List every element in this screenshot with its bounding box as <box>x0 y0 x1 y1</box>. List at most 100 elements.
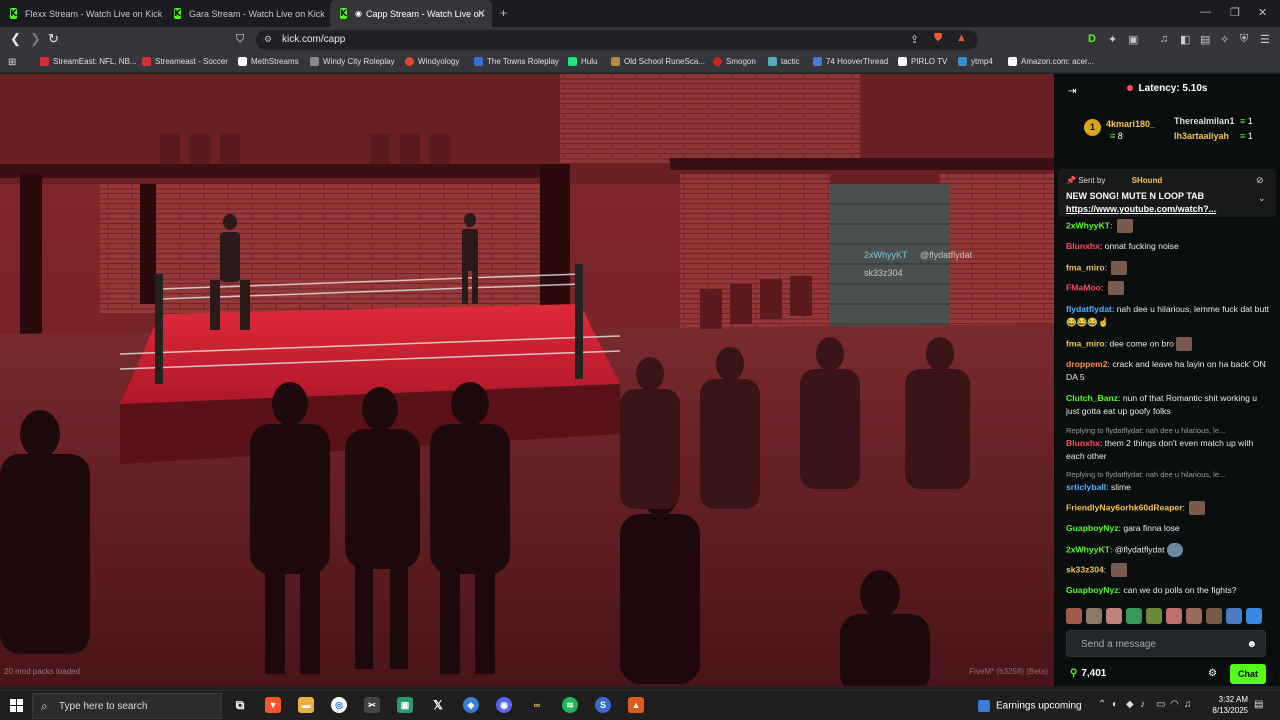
emote-icon[interactable] <box>1206 608 1222 624</box>
bookmark-windy-city-roleplay[interactable]: Windy City Roleplay <box>310 57 395 66</box>
chat-username[interactable]: FMaMoo <box>1066 282 1101 292</box>
chat-username[interactable]: sk33z304 <box>1066 564 1104 574</box>
pinned-message[interactable]: 📌 Sent by SHound ⊘ NEW SONG! MUTE N LOOP… <box>1058 169 1276 217</box>
file-explorer-icon[interactable]: ▬ <box>298 697 314 713</box>
sidebar-icon[interactable]: ◧ <box>1180 33 1190 46</box>
bookmark-amazon[interactable]: Amazon.com: acer... <box>1008 57 1094 66</box>
chat-username[interactable]: Clutch_Banz <box>1066 393 1118 403</box>
leaderboard-user[interactable]: 4kmari180_ <box>1106 119 1155 129</box>
microphone-icon[interactable]: ♪ <box>1140 699 1145 710</box>
reply-context[interactable]: Replying to flydatflydat: nah dee u hila… <box>1066 426 1225 435</box>
bookmark-streameast-nfl[interactable]: StreamEast: NFL, NB... <box>40 57 137 66</box>
extension-d-icon[interactable]: D <box>1088 33 1096 45</box>
emote-icon[interactable] <box>1106 608 1122 624</box>
screenshot-icon[interactable]: ▣ <box>1128 33 1138 46</box>
discord-icon[interactable]: ◉ <box>496 697 512 713</box>
chat-username[interactable]: 2xWhyyKT <box>1066 220 1110 230</box>
app-icon[interactable]: ▲ <box>628 697 644 713</box>
bookmark-the-towns-roleplay[interactable]: The Towns Roleplay <box>474 57 559 66</box>
reload-icon[interactable]: ↻ <box>48 32 59 46</box>
close-tab-icon[interactable]: ✕ <box>477 7 486 20</box>
brave-rewards-icon[interactable]: ▲ <box>956 32 967 44</box>
minimize-icon[interactable]: — <box>1200 6 1211 18</box>
earnings-widget[interactable]: Earnings upcoming <box>978 700 1082 712</box>
app-icon[interactable]: ▣ <box>397 697 413 713</box>
app-icon[interactable]: ◆ <box>463 697 479 713</box>
site-info-icon[interactable]: ⚙ <box>264 34 272 45</box>
tray-app-icon[interactable]: ◐ <box>1112 699 1118 710</box>
media-icon[interactable]: ♫ <box>1160 33 1168 45</box>
video-player[interactable]: 2xWhyyKT @flydatflydat sk33z304 20 mod p… <box>0 74 1054 686</box>
leaderboard-user[interactable]: Therealmilan1 <box>1174 116 1235 126</box>
address-bar[interactable]: ⚙ kick.com/capp ⇪ ⛊ ▲ <box>256 30 978 50</box>
emote-icon[interactable] <box>1226 608 1242 624</box>
brave-browser-icon[interactable]: ▼ <box>265 697 281 713</box>
chat-username[interactable]: srticlyball <box>1066 482 1106 492</box>
bookmark-icon[interactable]: ⛉ <box>236 32 244 46</box>
network-icon[interactable]: ▭ <box>1156 699 1165 710</box>
back-icon[interactable]: ❮ <box>10 32 21 46</box>
send-message-input[interactable]: Send a message ☻ <box>1066 630 1266 657</box>
emote-icon[interactable] <box>1186 608 1202 624</box>
chat-username[interactable]: droppem2 <box>1066 359 1108 369</box>
chat-username[interactable]: Blunxhx <box>1066 438 1100 448</box>
wallet-icon[interactable]: ▤ <box>1200 33 1210 46</box>
vpn-icon[interactable]: ⛨ <box>1240 33 1248 46</box>
bookmark-pirlo-tv[interactable]: PIRLO TV <box>898 57 947 66</box>
chat-username[interactable]: FriendlyNay6orhk60dReaper <box>1066 502 1183 512</box>
extensions-icon[interactable]: ✦ <box>1108 33 1117 46</box>
chat-username[interactable]: GuapboyNyz <box>1066 523 1119 533</box>
pinned-sender[interactable]: SHound <box>1132 176 1163 185</box>
bookmark-ytmp4[interactable]: ytmp4 <box>958 57 993 66</box>
taskbar-search-box[interactable]: ⌕ Type here to search <box>32 693 222 719</box>
tab-capp-stream[interactable]: K ◉ Capp Stream - Watch Live on ✕ <box>330 0 492 27</box>
capcut-icon[interactable]: ✂ <box>364 697 380 713</box>
volume-icon[interactable]: ♫ <box>1184 699 1192 710</box>
chat-username[interactable]: 2xWhyyKT <box>1066 544 1110 554</box>
emote-icon[interactable] <box>1066 608 1082 624</box>
bookmark-smogon[interactable]: Smogon <box>713 57 756 66</box>
brave-shields-icon[interactable]: ⛊ <box>934 32 942 45</box>
unpin-icon[interactable]: ⊘ <box>1256 175 1264 186</box>
new-tab-button[interactable]: + <box>500 6 507 20</box>
chat-username[interactable]: Blunxhx <box>1066 241 1100 251</box>
app-icon[interactable]: ∞ <box>529 697 545 713</box>
chat-username[interactable]: fma_miro <box>1066 262 1105 272</box>
bookmark-hulu[interactable]: Hulu <box>568 57 597 66</box>
chat-settings-icon[interactable]: ⚙ <box>1208 668 1217 679</box>
apps-grid-icon[interactable]: ⊞ <box>8 57 16 68</box>
chrome-icon[interactable]: ◎ <box>331 697 347 713</box>
bookmark-tactic[interactable]: tactic <box>768 57 800 66</box>
tray-app-icon[interactable]: ◆ <box>1126 699 1134 710</box>
chevron-up-icon[interactable]: ⌃ <box>1098 699 1106 710</box>
share-icon[interactable]: ⇪ <box>910 33 919 46</box>
leo-ai-icon[interactable]: ✧ <box>1220 33 1229 46</box>
bookmark-streameast-soccer[interactable]: Streameast - Soccer <box>142 57 228 66</box>
close-window-icon[interactable]: ✕ <box>1258 6 1267 19</box>
emote-icon[interactable] <box>1146 608 1162 624</box>
notifications-icon[interactable]: ▤ <box>1254 699 1263 710</box>
chat-username[interactable]: fma_miro <box>1066 338 1105 348</box>
task-view-icon[interactable]: ⧉ <box>232 697 248 713</box>
bookmark-old-school-runescape[interactable]: Old School RuneSca... <box>611 57 705 66</box>
tab-gara-stream[interactable]: K Gara Stream - Watch Live on Kick <box>164 0 332 27</box>
spotify-icon[interactable]: ≋ <box>562 697 578 713</box>
chat-send-button[interactable]: Chat <box>1230 664 1266 684</box>
bookmark-methstreams[interactable]: MethStreams <box>238 57 299 66</box>
system-clock[interactable]: 3:32 AM 8/13/2025 <box>1196 694 1248 716</box>
emote-icon[interactable] <box>1126 608 1142 624</box>
emoji-picker-icon[interactable]: ☻ <box>1246 639 1257 650</box>
bookmark-hooverthread[interactable]: 74 HooverThread <box>813 57 888 66</box>
x-icon[interactable]: 𝕏 <box>430 697 446 713</box>
menu-icon[interactable]: ☰ <box>1260 33 1270 46</box>
maximize-icon[interactable]: ❐ <box>1230 6 1240 19</box>
reply-context[interactable]: Replying to flydatflydat: nah dee u hila… <box>1066 470 1225 479</box>
tab-flexx-stream[interactable]: K Flexx Stream - Watch Live on Kick <box>0 0 168 27</box>
emote-icon[interactable] <box>1166 608 1182 624</box>
wifi-icon[interactable]: ◠ <box>1170 699 1179 710</box>
emote-icon[interactable] <box>1086 608 1102 624</box>
chevron-down-icon[interactable]: ⌄ <box>1258 193 1266 204</box>
chat-username[interactable]: GuapboyNyz <box>1066 585 1119 595</box>
forward-icon[interactable]: ❯ <box>30 32 41 46</box>
emote-icon[interactable] <box>1246 608 1262 624</box>
